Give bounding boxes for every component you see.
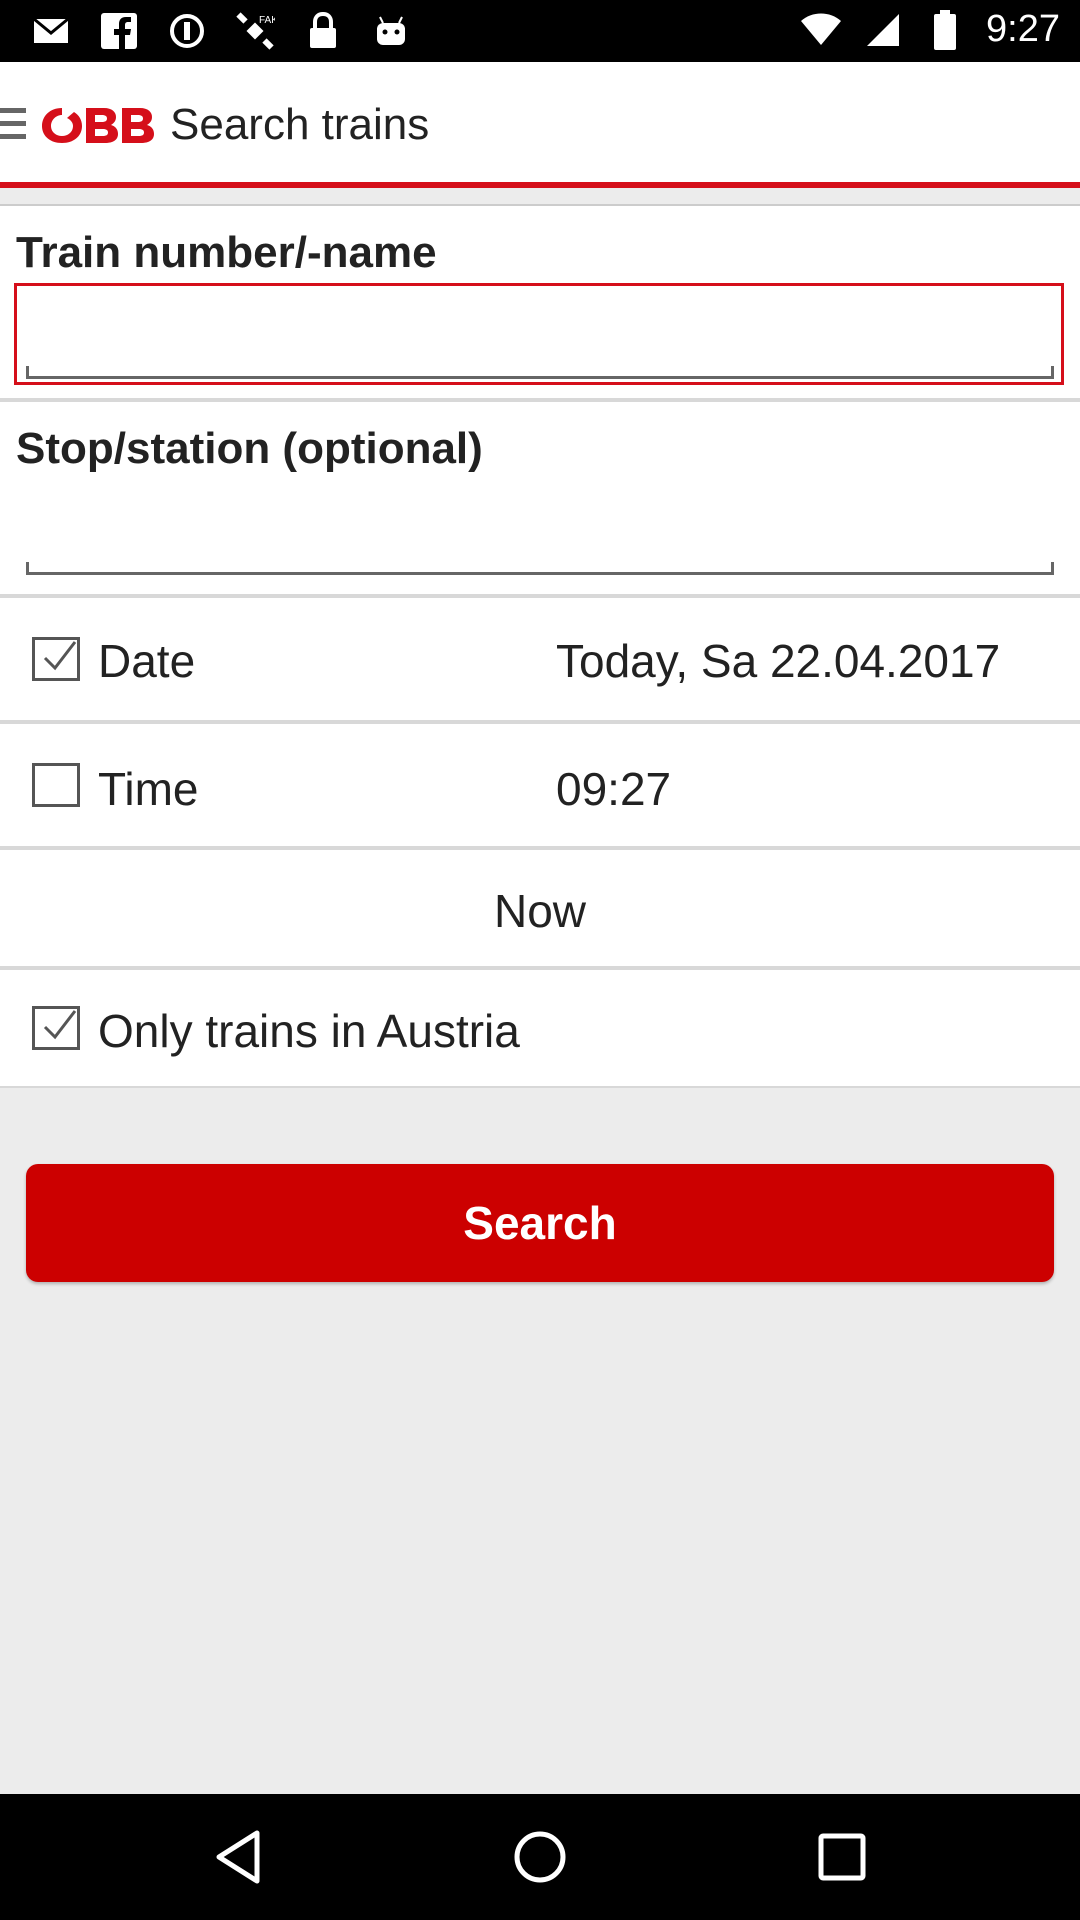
system-icons: 9:27 <box>800 8 1060 51</box>
lock-icon <box>302 10 344 52</box>
notification-icons: FAKE <box>30 10 412 52</box>
station-input[interactable] <box>34 532 1046 568</box>
date-value[interactable]: Today, Sa 22.04.2017 <box>556 634 1000 688</box>
wifi-icon <box>800 9 842 51</box>
date-label: Date <box>98 635 196 687</box>
status-bar: FAKE 9:27 <box>0 0 1080 62</box>
time-value[interactable]: 09:27 <box>556 762 671 816</box>
now-button[interactable]: Now <box>0 884 1080 938</box>
austria-label: Only trains in Austria <box>98 1005 520 1057</box>
train-number-label: Train number/-name <box>16 228 437 277</box>
now-row[interactable]: Now <box>0 850 1080 966</box>
header-spacer <box>0 188 1080 206</box>
time-row[interactable]: Time 09:27 <box>0 724 1080 846</box>
android-icon <box>370 10 412 52</box>
satellite-icon: FAKE <box>234 10 276 52</box>
recents-icon[interactable] <box>812 1827 872 1887</box>
navigation-bar <box>0 1794 1080 1920</box>
page-title: Search trains <box>170 100 430 149</box>
station-field[interactable] <box>26 532 1054 575</box>
back-icon[interactable] <box>208 1827 268 1887</box>
date-checkbox[interactable] <box>32 637 80 681</box>
home-icon[interactable] <box>510 1827 570 1887</box>
battery-icon <box>924 9 966 51</box>
divider <box>0 1086 1080 1088</box>
mail-icon <box>30 10 72 52</box>
svg-text:FAKE: FAKE <box>259 15 275 26</box>
station-label: Stop/station (optional) <box>16 424 483 473</box>
obb-logo <box>38 100 154 150</box>
time-label: Time <box>98 763 199 815</box>
date-row[interactable]: Date Today, Sa 22.04.2017 <box>0 598 1080 720</box>
train-number-focus-outline <box>14 283 1064 385</box>
clock: 9:27 <box>986 8 1060 50</box>
menu-icon[interactable] <box>0 108 26 144</box>
facebook-icon <box>98 10 140 52</box>
app-bar: Search trains <box>0 62 1080 188</box>
time-checkbox[interactable] <box>32 763 80 807</box>
austria-row[interactable]: Only trains in Austria <box>0 970 1080 1086</box>
station-section: Stop/station (optional) <box>0 402 1080 594</box>
search-button[interactable]: Search <box>26 1164 1054 1282</box>
signal-icon <box>862 9 904 51</box>
austria-checkbox[interactable] <box>32 1006 80 1050</box>
sync-icon <box>166 10 208 52</box>
